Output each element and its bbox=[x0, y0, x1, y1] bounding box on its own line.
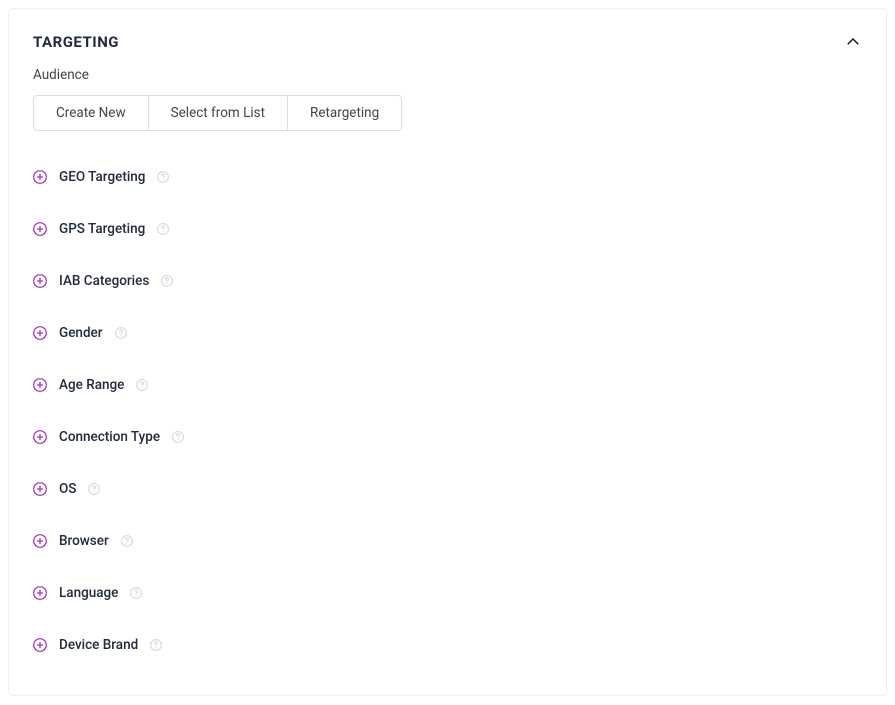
option-gender[interactable]: Gender bbox=[33, 307, 862, 359]
tab-retargeting[interactable]: Retargeting bbox=[288, 95, 402, 131]
option-label: Connection Type bbox=[59, 429, 160, 445]
targeting-panel: TARGETING Audience Create New Select fro… bbox=[8, 8, 887, 696]
option-language[interactable]: Language bbox=[33, 567, 862, 619]
plus-circle-icon bbox=[33, 326, 47, 340]
tab-select-from-list[interactable]: Select from List bbox=[149, 95, 288, 131]
plus-circle-icon bbox=[33, 482, 47, 496]
option-device-brand[interactable]: Device Brand bbox=[33, 619, 862, 671]
plus-circle-icon bbox=[33, 378, 47, 392]
help-icon[interactable] bbox=[130, 587, 142, 599]
help-icon[interactable] bbox=[88, 483, 100, 495]
help-icon[interactable] bbox=[161, 275, 173, 287]
plus-circle-icon bbox=[33, 638, 47, 652]
option-browser[interactable]: Browser bbox=[33, 515, 862, 567]
option-iab-categories[interactable]: IAB Categories bbox=[33, 255, 862, 307]
audience-button-group: Create New Select from List Retargeting bbox=[33, 95, 402, 131]
plus-circle-icon bbox=[33, 274, 47, 288]
option-os[interactable]: OS bbox=[33, 463, 862, 515]
option-label: Browser bbox=[59, 533, 109, 549]
help-icon[interactable] bbox=[121, 535, 133, 547]
plus-circle-icon bbox=[33, 170, 47, 184]
option-gps-targeting[interactable]: GPS Targeting bbox=[33, 203, 862, 255]
tab-create-new[interactable]: Create New bbox=[33, 95, 149, 131]
option-label: OS bbox=[59, 481, 76, 497]
chevron-up-icon[interactable] bbox=[844, 33, 862, 51]
plus-circle-icon bbox=[33, 222, 47, 236]
option-label: Device Brand bbox=[59, 637, 138, 653]
plus-circle-icon bbox=[33, 534, 47, 548]
option-label: Gender bbox=[59, 325, 103, 341]
option-label: Language bbox=[59, 585, 118, 601]
plus-circle-icon bbox=[33, 430, 47, 444]
option-label: IAB Categories bbox=[59, 273, 149, 289]
help-icon[interactable] bbox=[157, 223, 169, 235]
option-age-range[interactable]: Age Range bbox=[33, 359, 862, 411]
option-label: GEO Targeting bbox=[59, 169, 145, 185]
audience-label: Audience bbox=[33, 67, 862, 83]
targeting-options-list: GEO Targeting GPS Targeting IAB Categori… bbox=[33, 151, 862, 671]
help-icon[interactable] bbox=[136, 379, 148, 391]
option-geo-targeting[interactable]: GEO Targeting bbox=[33, 151, 862, 203]
help-icon[interactable] bbox=[157, 171, 169, 183]
option-label: Age Range bbox=[59, 377, 124, 393]
help-icon[interactable] bbox=[150, 639, 162, 651]
help-icon[interactable] bbox=[115, 327, 127, 339]
help-icon[interactable] bbox=[172, 431, 184, 443]
option-label: GPS Targeting bbox=[59, 221, 145, 237]
plus-circle-icon bbox=[33, 586, 47, 600]
panel-header: TARGETING bbox=[33, 33, 862, 51]
panel-title: TARGETING bbox=[33, 33, 119, 51]
option-connection-type[interactable]: Connection Type bbox=[33, 411, 862, 463]
